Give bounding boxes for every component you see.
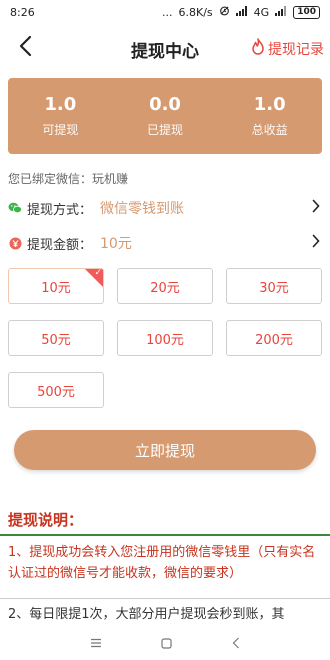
summary-available: 1.0 可提现: [8, 78, 113, 154]
wechat-icon: [8, 201, 22, 215]
notes-divider: [0, 534, 330, 536]
system-nav-bar: [0, 626, 330, 660]
withdraw-amount-value: 10元: [100, 236, 132, 252]
back-nav-icon[interactable]: [232, 637, 240, 649]
summary-withdrawn: 0.0 已提现: [113, 78, 218, 154]
amount-label: 10元: [41, 280, 71, 296]
check-icon: ✓: [94, 268, 102, 278]
status-bar: 8:26 ... 6.8K/s 4G 100: [0, 0, 330, 24]
status-left: 8:26: [10, 6, 35, 19]
summary-label: 总收益: [251, 123, 288, 137]
alarm-icon: [219, 5, 230, 19]
withdraw-method-label: 提现方式：: [27, 202, 93, 218]
amount-option-30[interactable]: 30元: [226, 268, 322, 304]
note-item-2: 2、每日限提1次，大部分用户提现会秒到账，其: [8, 607, 285, 622]
withdraw-now-button[interactable]: 立即提现: [14, 430, 316, 470]
status-time: 8:26: [10, 5, 35, 19]
status-dots: ...: [162, 5, 173, 19]
flame-icon: [251, 38, 265, 59]
amount-option-100[interactable]: 100元: [117, 320, 213, 356]
withdraw-record-label: 提现记录: [268, 41, 324, 58]
amount-option-20[interactable]: 20元: [117, 268, 213, 304]
summary-label: 已提现: [147, 123, 184, 137]
summary-value: 1.0: [253, 94, 286, 115]
amount-label: 50元: [41, 332, 71, 348]
amount-label: 100元: [146, 332, 184, 348]
signal-icon: [235, 5, 248, 19]
chevron-right-icon: [312, 234, 320, 252]
amount-label: 30元: [259, 280, 289, 296]
menu-icon[interactable]: [90, 638, 102, 648]
amount-option-500[interactable]: 500元: [8, 372, 104, 408]
amount-option-10[interactable]: 10元 ✓: [8, 268, 104, 304]
summary-value: 0.0: [149, 94, 181, 115]
withdraw-method-value: 微信零钱到账: [100, 201, 185, 217]
amount-option-200[interactable]: 200元: [226, 320, 322, 356]
bound-wechat-info: 您已绑定微信：玩机赚: [8, 172, 129, 186]
battery-icon: 100: [293, 5, 320, 19]
withdraw-amount-row[interactable]: 提现金额： 10元: [8, 232, 322, 254]
notes-title: 提现说明：: [8, 511, 84, 529]
note-item-1: 1、提现成功会转入您注册用的微信零钱里（只有实名认证过的微信号才能收款，微信的要…: [8, 545, 316, 581]
amount-label: 200元: [255, 332, 293, 348]
signal-icon-2: [275, 5, 287, 19]
summary-label: 可提现: [42, 123, 79, 137]
yen-coin-icon: [8, 236, 22, 250]
withdraw-method-row[interactable]: 提现方式： 微信零钱到账: [8, 197, 322, 219]
back-button[interactable]: [12, 34, 38, 62]
amount-label: 20元: [150, 280, 180, 296]
notes-divider-2: [0, 598, 330, 599]
balance-summary-card: 1.0 可提现 0.0 已提现 1.0 总收益: [8, 78, 322, 154]
chevron-left-icon: [18, 35, 32, 61]
status-right: ... 6.8K/s 4G 100: [162, 5, 320, 19]
home-icon[interactable]: [161, 637, 173, 649]
chevron-right-icon: [312, 199, 320, 217]
network-speed: 6.8K/s: [178, 5, 213, 19]
withdraw-record-link[interactable]: 提现记录: [251, 38, 324, 59]
network-type: 4G: [253, 5, 270, 19]
amount-label: 500元: [37, 384, 75, 400]
withdraw-amount-label: 提现金额：: [27, 237, 93, 253]
summary-total: 1.0 总收益: [217, 78, 322, 154]
nav-bar: 提现中心 提现记录: [0, 26, 330, 70]
summary-value: 1.0: [44, 94, 77, 115]
amount-option-50[interactable]: 50元: [8, 320, 104, 356]
